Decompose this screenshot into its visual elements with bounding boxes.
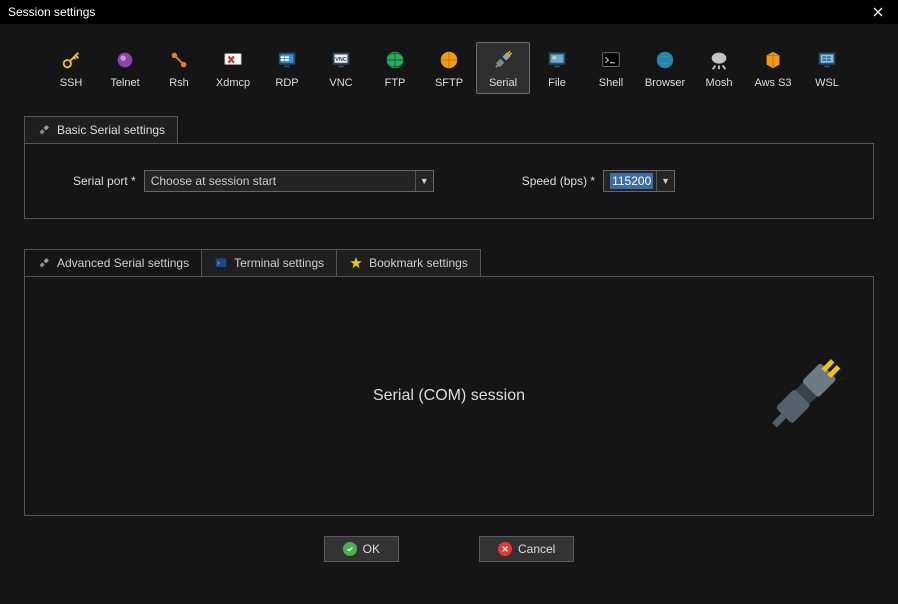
dialog-buttons: OK Cancel xyxy=(24,536,874,562)
wsl-icon xyxy=(801,47,853,73)
serial-plug-icon xyxy=(37,123,51,137)
tool-ftp[interactable]: FTP xyxy=(368,42,422,94)
close-icon xyxy=(873,7,883,17)
window-title: Session settings xyxy=(8,5,95,19)
tab-label: Basic Serial settings xyxy=(57,123,165,137)
vnc-icon: VNC xyxy=(315,47,367,73)
tool-shell[interactable]: Shell xyxy=(584,42,638,94)
basic-settings-frame: Serial port * Choose at session start ▼ … xyxy=(24,143,874,219)
serial-port-combo[interactable]: Choose at session start ▼ xyxy=(144,170,434,192)
serial-plug-icon xyxy=(37,256,51,270)
session-type-toolbar: SSH Telnet Rsh Xdmcp RDP VNC VNC FTP xyxy=(0,24,898,106)
tool-awss3[interactable]: Aws S3 xyxy=(746,42,800,94)
advanced-settings-frame: Serial (COM) session xyxy=(24,276,874,516)
aws-s3-icon xyxy=(747,47,799,73)
ok-check-icon xyxy=(343,542,357,556)
serial-port-label: Serial port * xyxy=(73,174,136,188)
tool-label: Xdmcp xyxy=(207,77,259,89)
tool-mosh[interactable]: Mosh xyxy=(692,42,746,94)
content-panel: Basic Serial settings Serial port * Choo… xyxy=(24,116,874,562)
button-label: Cancel xyxy=(518,542,555,556)
ok-button[interactable]: OK xyxy=(324,536,399,562)
cancel-button[interactable]: Cancel xyxy=(479,536,574,562)
file-icon xyxy=(531,47,583,73)
tool-label: Browser xyxy=(639,77,691,89)
speed-label: Speed (bps) * xyxy=(522,174,595,188)
tool-rdp[interactable]: RDP xyxy=(260,42,314,94)
shell-icon xyxy=(585,47,637,73)
combo-value: 115200 xyxy=(610,173,653,189)
tool-label: RDP xyxy=(261,77,313,89)
tool-label: Serial xyxy=(477,77,529,89)
basic-tabstrip: Basic Serial settings xyxy=(24,116,874,143)
tool-file[interactable]: File xyxy=(530,42,584,94)
tool-label: Rsh xyxy=(153,77,205,89)
title-bar: Session settings xyxy=(0,0,898,24)
tab-advanced-serial-settings[interactable]: Advanced Serial settings xyxy=(24,249,202,277)
tool-label: WSL xyxy=(801,77,853,89)
rdp-icon xyxy=(261,47,313,73)
svg-text:VNC: VNC xyxy=(335,57,347,63)
tool-browser[interactable]: Browser xyxy=(638,42,692,94)
sftp-icon xyxy=(423,47,475,73)
tool-label: Mosh xyxy=(693,77,745,89)
mosh-icon xyxy=(693,47,745,73)
button-label: OK xyxy=(363,542,380,556)
telnet-icon xyxy=(99,47,151,73)
tab-terminal-settings[interactable]: Terminal settings xyxy=(201,249,337,277)
tool-telnet[interactable]: Telnet xyxy=(98,42,152,94)
serial-plug-large-icon xyxy=(765,355,845,438)
tool-rsh[interactable]: Rsh xyxy=(152,42,206,94)
tool-label: SFTP xyxy=(423,77,475,89)
close-button[interactable] xyxy=(864,1,892,23)
chevron-down-icon: ▼ xyxy=(415,171,433,191)
speed-combo[interactable]: 115200 ▼ xyxy=(603,170,675,192)
tab-basic-serial-settings[interactable]: Basic Serial settings xyxy=(24,116,178,143)
star-icon xyxy=(349,256,363,270)
tab-label: Terminal settings xyxy=(234,256,324,270)
rsh-icon xyxy=(153,47,205,73)
key-icon xyxy=(45,47,97,73)
tool-label: Shell xyxy=(585,77,637,89)
tool-label: VNC xyxy=(315,77,367,89)
tool-label: FTP xyxy=(369,77,421,89)
tool-serial[interactable]: Serial xyxy=(476,42,530,94)
tool-label: Aws S3 xyxy=(747,77,799,89)
tool-label: File xyxy=(531,77,583,89)
tool-ssh[interactable]: SSH xyxy=(44,42,98,94)
tool-label: Telnet xyxy=(99,77,151,89)
chevron-down-icon: ▼ xyxy=(656,171,674,191)
serial-plug-icon xyxy=(477,47,529,73)
tool-sftp[interactable]: SFTP xyxy=(422,42,476,94)
tool-vnc[interactable]: VNC VNC xyxy=(314,42,368,94)
xdmcp-icon xyxy=(207,47,259,73)
browser-icon xyxy=(639,47,691,73)
session-type-title: Serial (COM) session xyxy=(373,387,525,405)
tool-wsl[interactable]: WSL xyxy=(800,42,854,94)
tab-label: Bookmark settings xyxy=(369,256,468,270)
tool-xdmcp[interactable]: Xdmcp xyxy=(206,42,260,94)
tab-label: Advanced Serial settings xyxy=(57,256,189,270)
cancel-x-icon xyxy=(498,542,512,556)
tab-bookmark-settings[interactable]: Bookmark settings xyxy=(336,249,481,277)
tool-label: SSH xyxy=(45,77,97,89)
combo-value: Choose at session start xyxy=(151,174,276,188)
settings-tabstrip: Advanced Serial settings Terminal settin… xyxy=(24,249,874,277)
terminal-icon xyxy=(214,256,228,270)
ftp-icon xyxy=(369,47,421,73)
